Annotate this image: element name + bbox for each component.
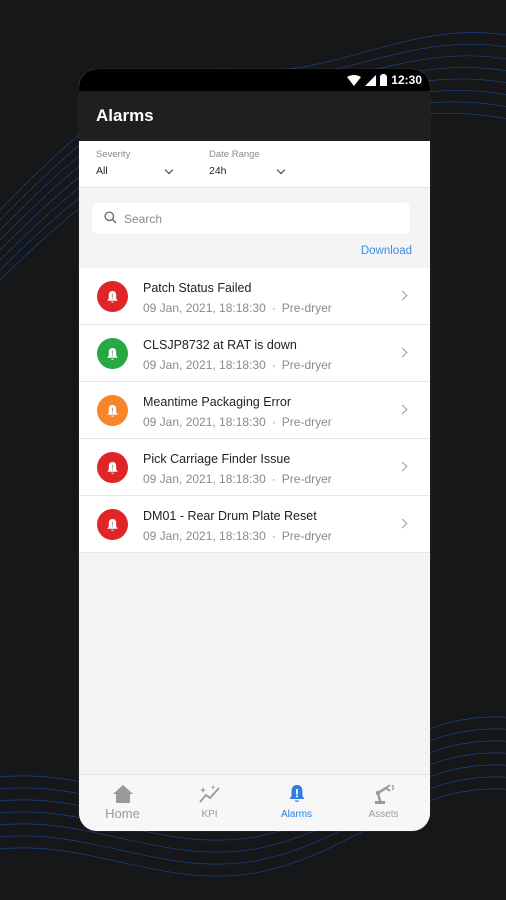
- alarm-title: Meantime Packaging Error: [143, 395, 291, 409]
- alarm-meta: 09 Jan, 2021, 18:18:30 · Pre-dryer: [143, 301, 332, 315]
- nav-kpi[interactable]: KPI: [166, 783, 253, 820]
- severity-label: Severity: [96, 149, 131, 160]
- filter-bar: Severity All Date Range 24h: [79, 141, 430, 188]
- search-placeholder: Search: [124, 212, 163, 226]
- alarm-location: Pre-dryer: [281, 472, 332, 486]
- alarm-row[interactable]: CLSJP8732 at RAT is down 09 Jan, 2021, 18…: [79, 325, 430, 382]
- status-time: 12:30: [391, 73, 422, 87]
- nav-assets-label: Assets: [368, 809, 399, 820]
- alarm-separator: ·: [271, 529, 276, 543]
- chevron-down-icon: [164, 165, 174, 174]
- alarm-severity-badge: [97, 338, 128, 369]
- kpi-icon: [198, 785, 220, 803]
- bell-icon: [107, 347, 118, 360]
- alarm-list: Patch Status Failed 09 Jan, 2021, 18:18:3…: [79, 268, 430, 553]
- bell-icon: [107, 461, 118, 474]
- alarm-meta: 09 Jan, 2021, 18:18:30 · Pre-dryer: [143, 529, 332, 543]
- battery-icon: [380, 74, 388, 86]
- alarm-meta: 09 Jan, 2021, 18:18:30 · Pre-dryer: [143, 415, 332, 429]
- alarm-title: CLSJP8732 at RAT is down: [143, 338, 297, 352]
- home-icon: [112, 785, 133, 803]
- nav-assets[interactable]: Assets: [340, 783, 427, 820]
- bell-icon: [107, 404, 118, 417]
- phone-frame: 12:30 Alarms Severity All Date Range 24h…: [79, 69, 430, 831]
- alarm-location: Pre-dryer: [281, 529, 332, 543]
- alarm-separator: ·: [271, 415, 276, 429]
- chevron-right-icon: [397, 347, 408, 358]
- alarm-severity-badge: [97, 452, 128, 483]
- alarm-location: Pre-dryer: [281, 358, 332, 372]
- alarm-separator: ·: [271, 472, 276, 486]
- alarm-time: 09 Jan, 2021, 18:18:30: [143, 301, 266, 315]
- alarm-title: Patch Status Failed: [143, 281, 252, 295]
- date-range-value: 24h: [209, 165, 227, 177]
- alarm-row[interactable]: Patch Status Failed 09 Jan, 2021, 18:18:3…: [79, 268, 430, 325]
- nav-home[interactable]: Home: [79, 783, 166, 821]
- bell-icon: [289, 785, 304, 802]
- alarm-severity-badge: [97, 395, 128, 426]
- alarm-severity-badge: [97, 281, 128, 312]
- alarm-time: 09 Jan, 2021, 18:18:30: [143, 529, 266, 543]
- alarm-title: Pick Carriage Finder Issue: [143, 452, 291, 466]
- alarm-row[interactable]: Pick Carriage Finder Issue 09 Jan, 2021, …: [79, 439, 430, 496]
- search-input[interactable]: Search: [92, 203, 410, 234]
- alarm-location: Pre-dryer: [281, 415, 332, 429]
- alarm-time: 09 Jan, 2021, 18:18:30: [143, 358, 266, 372]
- nav-kpi-label: KPI: [201, 809, 218, 820]
- alarm-title: DM01 - Rear Drum Plate Reset: [143, 509, 317, 523]
- download-link[interactable]: Download: [361, 245, 412, 257]
- signal-icon: [365, 74, 377, 86]
- date-range-filter[interactable]: Date Range 24h: [209, 149, 286, 177]
- alarm-meta: 09 Jan, 2021, 18:18:30 · Pre-dryer: [143, 358, 332, 372]
- status-bar: 12:30: [79, 69, 430, 91]
- nav-alarms[interactable]: Alarms: [253, 783, 340, 820]
- alarm-separator: ·: [271, 301, 276, 315]
- wifi-icon: [347, 74, 362, 86]
- alarm-time: 09 Jan, 2021, 18:18:30: [143, 415, 266, 429]
- search-icon: [104, 211, 117, 224]
- severity-filter[interactable]: Severity All: [96, 149, 174, 177]
- nav-home-label: Home: [105, 806, 140, 821]
- chevron-right-icon: [397, 290, 408, 301]
- page-title: Alarms: [96, 106, 154, 125]
- robot-arm-icon: [374, 784, 394, 804]
- alarm-meta: 09 Jan, 2021, 18:18:30 · Pre-dryer: [143, 472, 332, 486]
- alarm-row[interactable]: Meantime Packaging Error 09 Jan, 2021, 18…: [79, 382, 430, 439]
- alarm-separator: ·: [271, 358, 276, 372]
- severity-value: All: [96, 165, 108, 177]
- bell-icon: [107, 290, 118, 303]
- date-range-label: Date Range: [209, 149, 260, 160]
- chevron-right-icon: [397, 518, 408, 529]
- chevron-down-icon: [276, 165, 286, 174]
- chevron-right-icon: [397, 404, 408, 415]
- alarm-severity-badge: [97, 509, 128, 540]
- alarm-row[interactable]: DM01 - Rear Drum Plate Reset 09 Jan, 2021…: [79, 496, 430, 553]
- bell-icon: [107, 518, 118, 531]
- bottom-navigation: Home KPI Alarms Assets: [79, 774, 430, 831]
- chevron-right-icon: [397, 461, 408, 472]
- app-bar: Alarms: [79, 91, 430, 141]
- nav-alarms-label: Alarms: [280, 809, 313, 820]
- alarm-location: Pre-dryer: [281, 301, 332, 315]
- alarm-time: 09 Jan, 2021, 18:18:30: [143, 472, 266, 486]
